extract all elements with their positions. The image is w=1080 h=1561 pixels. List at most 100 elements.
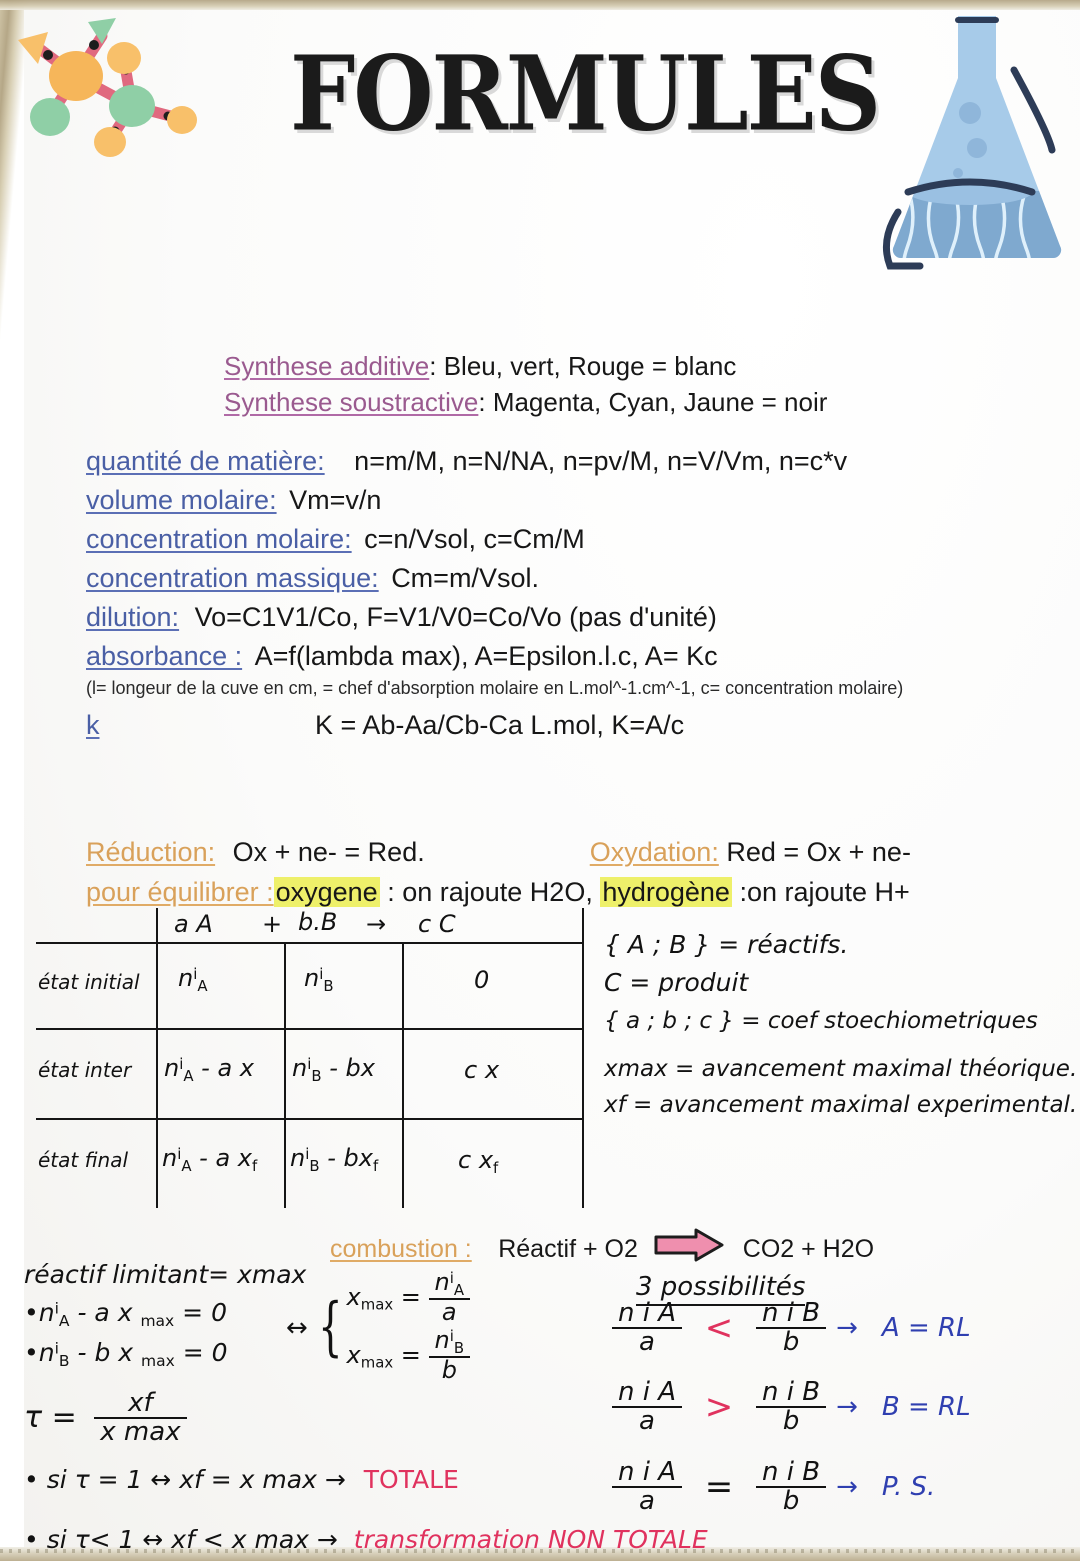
legend-coefficients: { a ; b ; c } = coef stoechiometriques xyxy=(604,1008,1038,1034)
table-header-b: b.B xyxy=(298,908,338,936)
poss-0-num-right: n i B xyxy=(762,1298,821,1328)
poss-1-den-left: a xyxy=(612,1405,683,1435)
tau-case-1-result: TOTALE xyxy=(363,1464,459,1494)
poss-2-result: P. S. xyxy=(881,1472,936,1503)
tau-label: τ = xyxy=(24,1399,77,1435)
legend-xmax: xmax = avancement maximal théorique. xyxy=(604,1056,1078,1082)
volume-molaire-value: Vm=v/n xyxy=(289,485,382,515)
quantite-de-matiere-label: quantité de matière: xyxy=(86,446,325,476)
tau-case-non-total: • si τ< 1 ↔ xf < x max → transformation … xyxy=(24,1523,708,1557)
k-row: k K = Ab-Aa/Cb-Ca L.mol, K=A/c xyxy=(86,705,1066,745)
tau-case-total: • si τ = 1 ↔ xf = x max → TOTALE xyxy=(24,1463,624,1497)
table-vline-4 xyxy=(582,908,584,1208)
combustion-right: CO2 + H2O xyxy=(742,1235,875,1263)
table-header-plus: + xyxy=(262,910,283,938)
legend-xf: xf = avancement maximal experimental. xyxy=(604,1092,1078,1118)
pour-equilibrer-label: pour équilibrer : xyxy=(86,877,274,907)
table-row: niA xyxy=(178,964,208,995)
table-header-c: c C xyxy=(418,910,456,938)
tau-numerator: xf xyxy=(128,1388,153,1418)
legend-produit: C = produit xyxy=(604,968,749,997)
possibilities-block: n i Aa < n i Bb → A = RL n i Aa > n i Bb… xyxy=(612,1292,1080,1516)
tau-case-1-condition: • si τ = 1 ↔ xf = x max → xyxy=(24,1464,346,1494)
synthese-soustractive-value: Magenta, Cyan, Jaune = noir xyxy=(492,387,828,417)
table-row: niA - a x xyxy=(164,1054,255,1085)
poss-1-den-right: b xyxy=(756,1405,827,1435)
equivalence-symbol: ↔ xyxy=(286,1312,308,1343)
poss-2-num-left: n i A xyxy=(618,1457,677,1488)
table-row: niA - a xf xyxy=(162,1144,258,1175)
poss-2-num-right: n i B xyxy=(762,1457,821,1488)
tau-denominator: x max xyxy=(94,1417,187,1446)
table-row-label-initial: état initial xyxy=(38,970,140,994)
possibility-row: n i Aa > n i Bb → B = RL xyxy=(612,1376,1080,1436)
redox-block: Réduction: Ox + ne- = Red. Oxydation: Re… xyxy=(86,832,1066,912)
possibility-row: n i Aa = n i Bb → P. S. xyxy=(612,1457,1080,1516)
poss-1-num-left: n i A xyxy=(618,1376,677,1407)
synthese-additive-label: Synthese additive xyxy=(224,351,430,381)
table-header-arrow: → xyxy=(366,910,387,938)
poss-1-result: B = RL xyxy=(881,1391,971,1422)
poss-2-arrow: → xyxy=(836,1472,858,1503)
erlenmeyer-flask-icon xyxy=(882,16,1062,270)
poss-0-den-right: b xyxy=(756,1327,827,1356)
poss-0-arrow: → xyxy=(836,1313,858,1344)
table-hline-2 xyxy=(36,1028,582,1030)
table-vline-2 xyxy=(284,942,286,1208)
notebook-page: FORMULES Synthese additive: Bleu, vert, … xyxy=(0,0,1080,1561)
concentration-massique-value: Cm=m/Vsol. xyxy=(391,563,539,593)
formula-row-concentration-molaire: concentration molaire: c=n/Vsol, c=Cm/M xyxy=(86,520,1066,559)
poss-2-den-left: a xyxy=(612,1486,683,1515)
concentration-molaire-value: c=n/Vsol, c=Cm/M xyxy=(364,524,585,554)
formulas-block: quantité de matière: n=m/M, n=N/NA, n=pv… xyxy=(86,442,1066,745)
absorbance-label: absorbance : xyxy=(86,641,243,671)
formula-row-absorbance: absorbance : A=f(lambda max), A=Epsilon.… xyxy=(86,637,1066,676)
table-row-label-final: état final xyxy=(38,1148,129,1172)
header: FORMULES xyxy=(0,0,1080,300)
after-oxygene-text: : on rajoute H2O, xyxy=(379,877,601,907)
equilibrer-row: pour équilibrer :oxygene : on rajoute H2… xyxy=(86,872,1066,912)
table-hline-3 xyxy=(36,1118,582,1120)
highlight-oxygene: oxygene xyxy=(273,877,380,907)
concentration-massique-label: concentration massique: xyxy=(86,563,379,593)
table-row: c xf xyxy=(458,1146,499,1177)
poss-1-num-right: n i B xyxy=(762,1376,821,1407)
concentration-molaire-label: concentration molaire: xyxy=(86,524,352,554)
quantite-de-matiere-value: n=m/M, n=N/NA, n=pv/M, n=V/Vm, n=c*v xyxy=(354,446,848,476)
highlight-hydrogene: hydrogène xyxy=(600,877,732,907)
formula-row-quantite: quantité de matière: n=m/M, n=N/NA, n=pv… xyxy=(86,442,1066,481)
synthesis-additive-row: Synthese additive: Bleu, vert, Rouge = b… xyxy=(224,348,1064,384)
sep: : xyxy=(478,387,493,417)
formula-row-concentration-massique: concentration massique: Cm=m/Vsol. xyxy=(86,559,1066,598)
sep: : xyxy=(429,351,444,381)
table-row: niB xyxy=(304,964,334,995)
poss-0-num-left: n i A xyxy=(618,1298,677,1328)
absorbance-value: A=f(lambda max), A=Epsilon.l.c, A= Kc xyxy=(254,641,718,671)
advancement-table: a A + b.B → c C état initial état inter … xyxy=(36,908,592,1208)
table-row: 0 xyxy=(474,966,490,994)
table-hline-1 xyxy=(36,942,582,944)
limiting-reactant-block: réactif limitant= xmax •niA - a x max = … xyxy=(24,1258,708,1557)
poss-0-operator: < xyxy=(704,1308,734,1349)
table-row: niB - bx xyxy=(292,1054,375,1085)
synthese-soustractive-label: Synthese soustractive xyxy=(224,387,479,417)
left-brace: { xyxy=(317,1289,343,1364)
redox-definitions-row: Réduction: Ox + ne- = Red. Oxydation: Re… xyxy=(86,832,1066,872)
dilution-label: dilution: xyxy=(86,602,180,632)
table-vline-3 xyxy=(402,942,404,1208)
dilution-value: Vo=C1V1/Co, F=V1/V0=Co/Vo (pas d'unité) xyxy=(194,602,717,632)
thick-pink-arrow-icon xyxy=(654,1228,724,1262)
reduction-label: Réduction: xyxy=(86,837,216,867)
page-title: FORMULES xyxy=(290,33,881,155)
poss-1-operator: > xyxy=(704,1386,734,1427)
tau-definition: τ = xf x max xyxy=(24,1388,624,1447)
legend-block: { A ; B } = réactifs. C = produit { a ; … xyxy=(604,926,1080,1120)
poss-1-arrow: → xyxy=(836,1391,858,1422)
table-header-a: a A xyxy=(174,910,213,938)
reduction-value: Ox + ne- = Red. xyxy=(232,837,425,867)
poss-2-operator: = xyxy=(704,1467,734,1508)
oxydation-label: Oxydation: xyxy=(589,837,719,867)
formula-row-dilution: dilution: Vo=C1V1/Co, F=V1/V0=Co/Vo (pas… xyxy=(86,598,1066,637)
oxydation-value: Red = Ox + ne- xyxy=(726,837,911,867)
tau-case-2-result: transformation NON TOTALE xyxy=(353,1524,708,1554)
